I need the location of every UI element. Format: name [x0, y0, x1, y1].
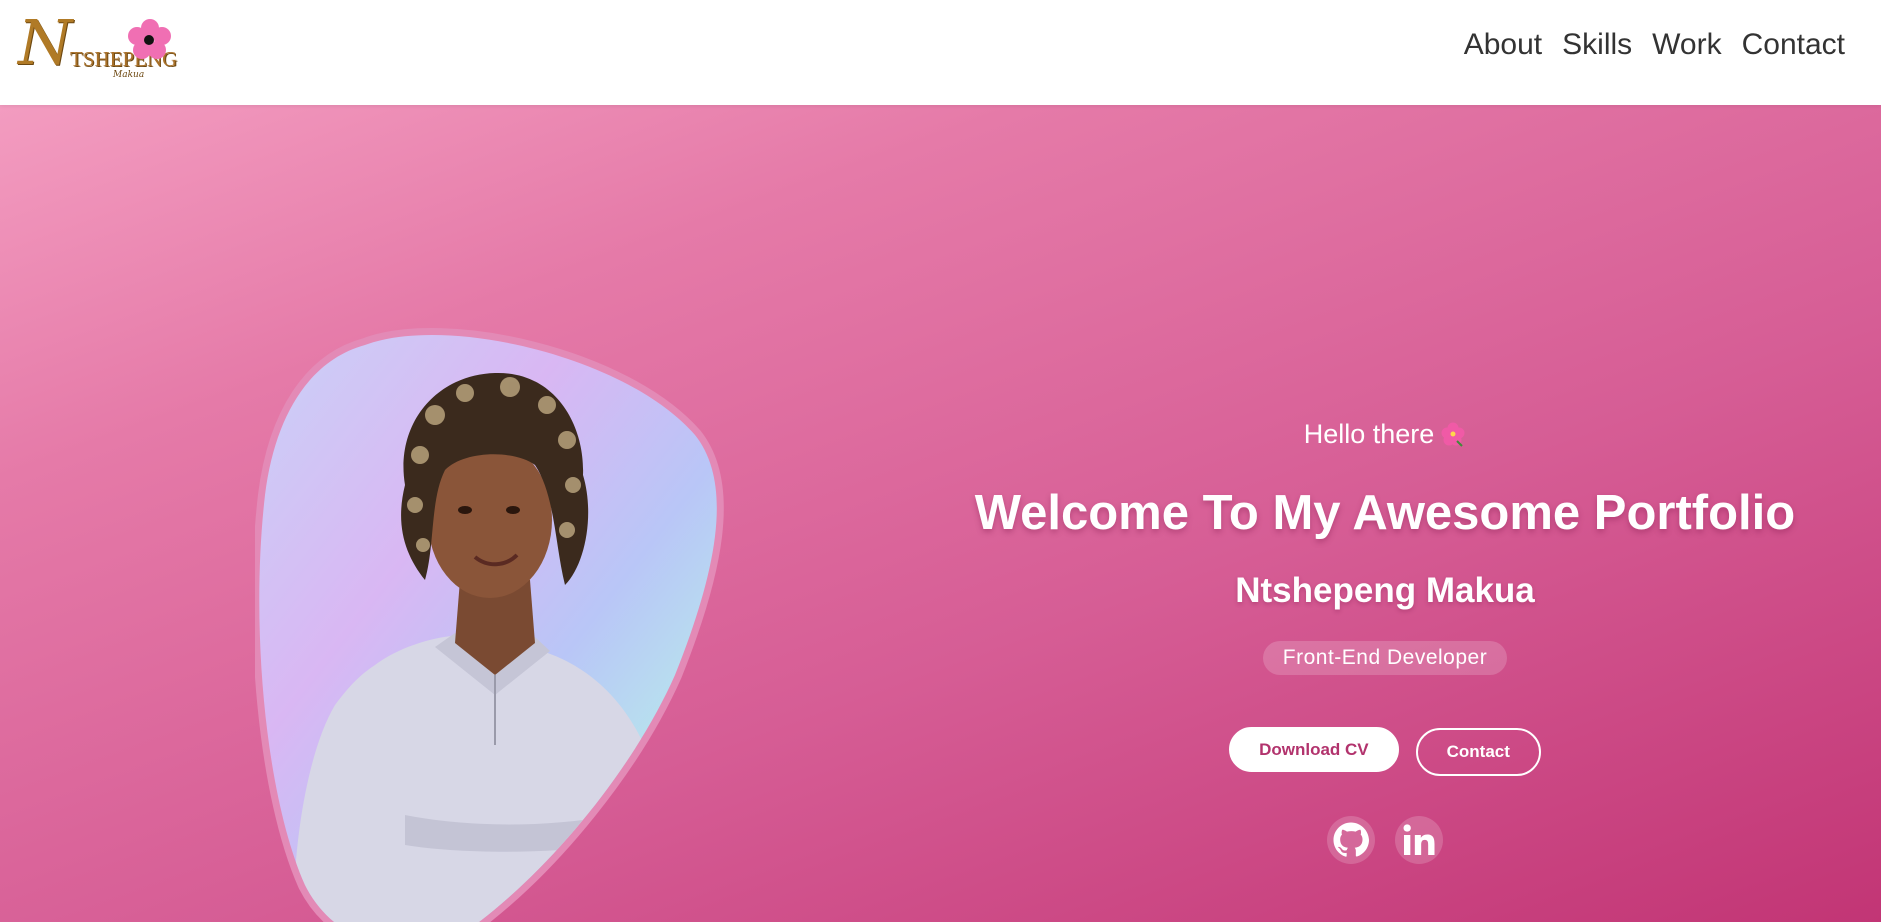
pink-flower-icon — [128, 19, 171, 59]
nav-link-about[interactable]: About — [1464, 28, 1542, 62]
social-links — [960, 816, 1810, 864]
logo-script-letter: N — [18, 6, 73, 79]
nav-link-work[interactable]: Work — [1652, 28, 1721, 62]
greeting: Hello there — [1304, 417, 1467, 451]
main-nav: About Skills Work Contact — [1464, 28, 1845, 62]
hero-buttons: Download CV Contact — [960, 727, 1810, 776]
hero-section: Hello there Welcome To My Awesome Portfo… — [0, 105, 1881, 922]
developer-name: Ntshepeng Makua — [1235, 571, 1535, 610]
github-icon — [1333, 822, 1369, 857]
hero-headline: Welcome To My Awesome Portfolio — [974, 486, 1796, 540]
download-cv-button[interactable]: Download CV — [1229, 727, 1399, 772]
greeting-text: Hello there — [1303, 419, 1435, 449]
github-link[interactable] — [1327, 816, 1375, 864]
role-badge: Front-End Developer — [1262, 641, 1508, 675]
site-header: N TSHEPENG Makua About Skills Work Conta… — [0, 0, 1881, 105]
logo-signature: Makua — [113, 70, 145, 80]
linkedin-link[interactable] — [1395, 816, 1443, 864]
nav-link-skills[interactable]: Skills — [1562, 28, 1632, 62]
hero-content: Hello there Welcome To My Awesome Portfo… — [960, 417, 1810, 864]
nav-link-contact[interactable]: Contact — [1742, 28, 1845, 62]
linkedin-icon — [1403, 824, 1435, 855]
site-logo[interactable]: N TSHEPENG Makua — [18, 12, 198, 84]
contact-button[interactable]: Contact — [1415, 728, 1541, 776]
profile-photo — [255, 325, 725, 922]
hibiscus-flower-icon — [1441, 422, 1465, 447]
